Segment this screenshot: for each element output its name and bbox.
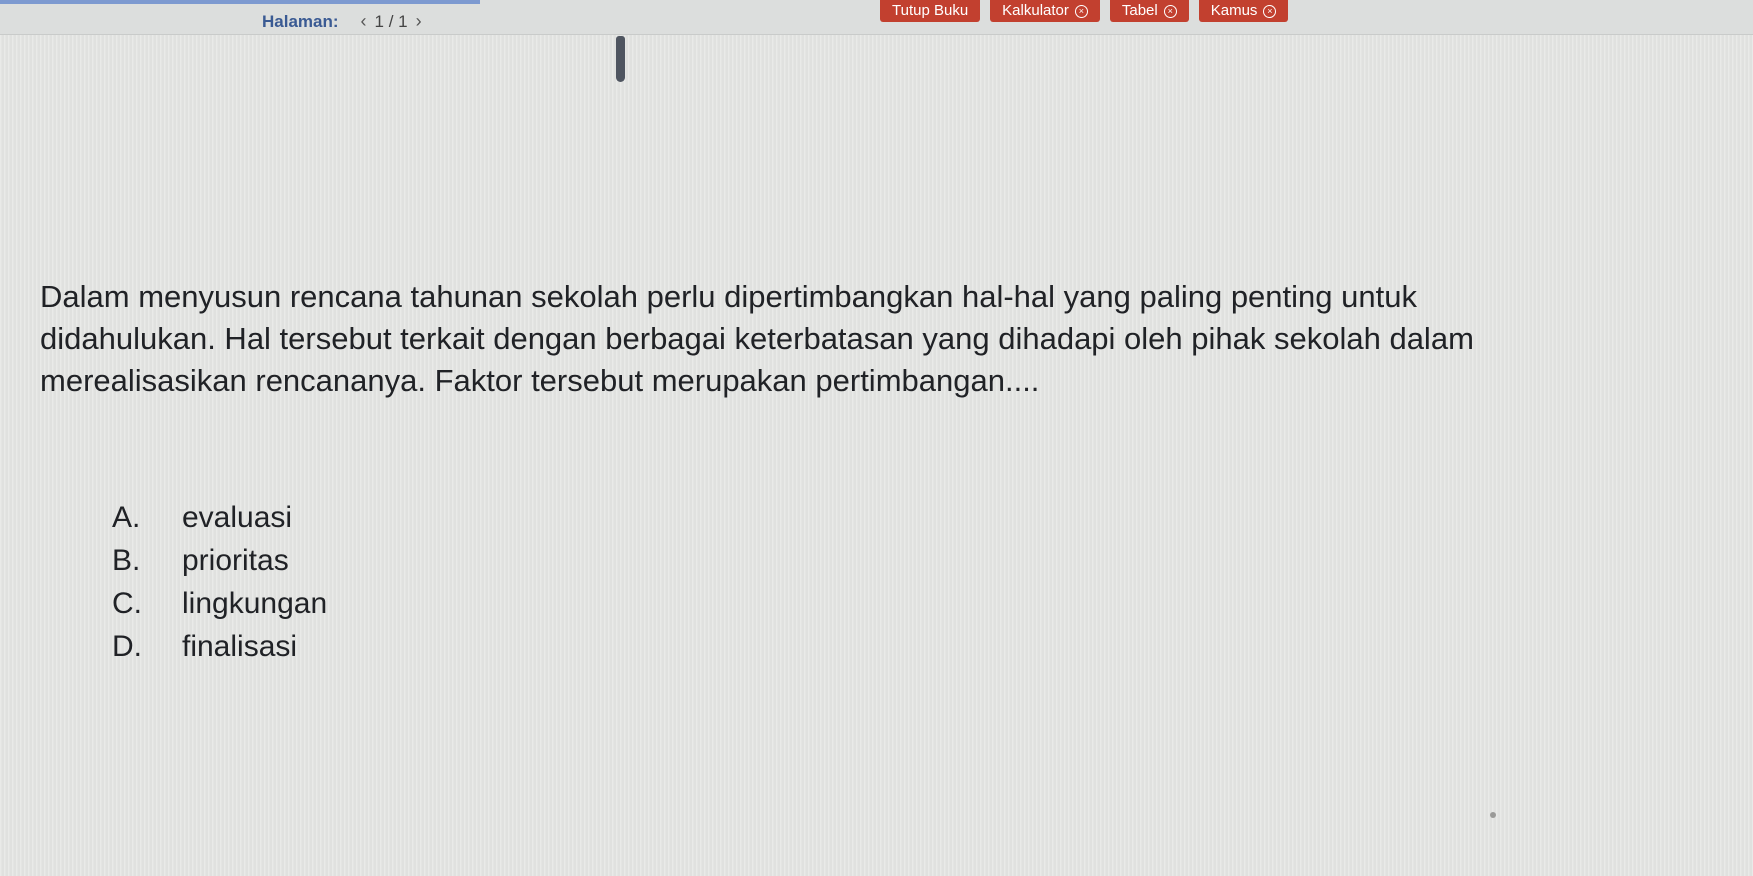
calculator-button[interactable]: Kalkulator × [990, 0, 1100, 22]
prev-page-icon[interactable]: ‹ [361, 11, 367, 32]
scroll-handle[interactable] [616, 36, 625, 82]
option-text: evaluasi [182, 501, 293, 534]
answer-options: A. evaluasi B. prioritas C. lingkungan D… [112, 496, 327, 668]
option-letter: B. [112, 544, 141, 577]
option-text: lingkungan [182, 587, 328, 620]
pager-label: Halaman: [262, 11, 339, 31]
tool-buttons: Tutup Buku Kalkulator × Tabel × Kamus × [880, 0, 1289, 22]
option-b[interactable]: B. prioritas [112, 539, 327, 582]
option-c[interactable]: C. lingkungan [112, 582, 327, 625]
top-toolbar: Halaman: ‹ 1 / 1 › Tutup Buku Kalkulator… [0, 0, 1753, 35]
question-text: Dalam menyusun rencana tahunan sekolah p… [40, 279, 1474, 398]
calculator-label: Kalkulator [1002, 2, 1069, 19]
decorative-dot [1490, 812, 1496, 818]
top-accent-bar [0, 0, 480, 4]
close-icon[interactable]: × [1263, 4, 1277, 18]
dictionary-label: Kamus [1210, 2, 1258, 19]
page-indicator: 1 / 1 [374, 11, 408, 31]
option-letter: D. [112, 630, 142, 663]
close-icon[interactable]: × [1163, 4, 1177, 18]
exam-page: Halaman: ‹ 1 / 1 › Tutup Buku Kalkulator… [0, 0, 1753, 876]
next-page-icon[interactable]: › [416, 11, 422, 32]
option-text: prioritas [182, 544, 289, 577]
option-text: finalisasi [182, 630, 298, 663]
table-label: Tabel [1121, 2, 1158, 19]
option-d[interactable]: D. finalisasi [112, 625, 327, 668]
pager: Halaman: ‹ 1 / 1 › [262, 11, 430, 32]
option-letter: A. [112, 501, 141, 534]
close-icon[interactable]: × [1074, 4, 1088, 18]
option-letter: C. [112, 587, 142, 620]
close-book-label: Tutup Buku [892, 2, 969, 19]
table-button[interactable]: Tabel × [1109, 0, 1189, 22]
dictionary-button[interactable]: Kamus × [1198, 0, 1289, 22]
close-book-button[interactable]: Tutup Buku [880, 0, 981, 22]
option-a[interactable]: A. evaluasi [112, 496, 327, 539]
